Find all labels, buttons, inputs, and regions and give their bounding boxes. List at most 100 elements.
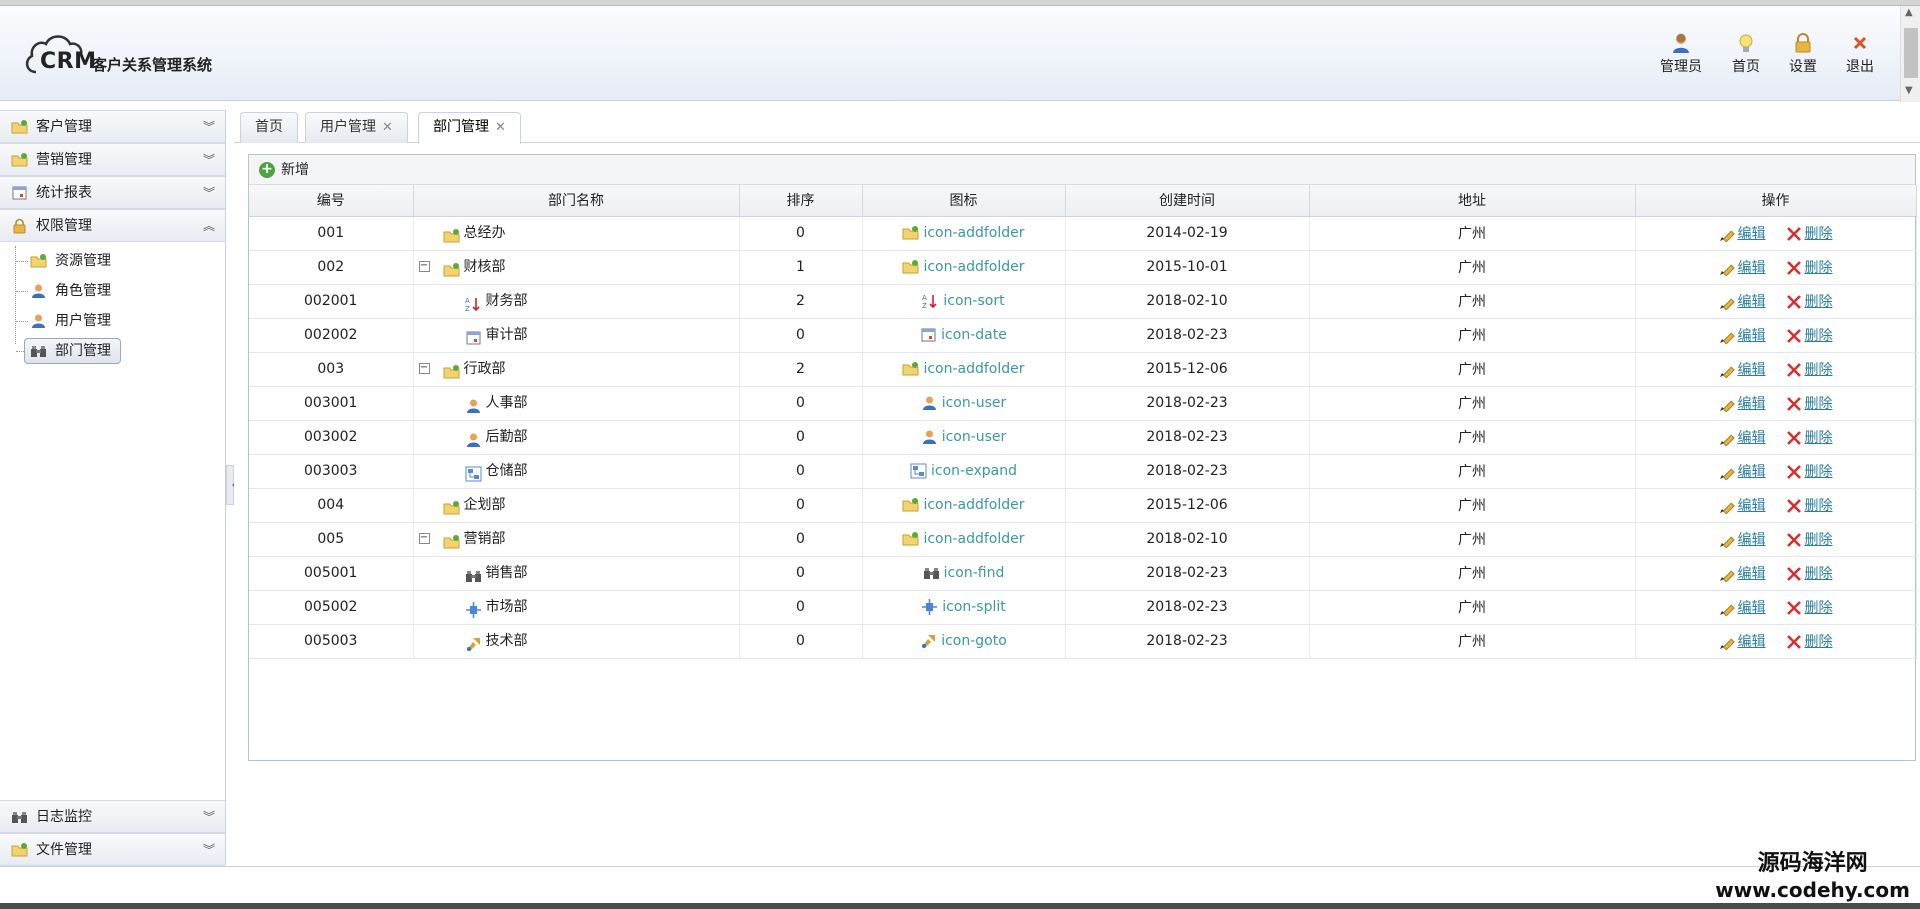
tree-toggle-icon[interactable]: − xyxy=(418,532,430,544)
icon-class-name: icon-goto xyxy=(941,633,1007,649)
delete-link[interactable]: 删除 xyxy=(1805,260,1833,276)
cell-name: − 行政部 xyxy=(413,352,740,387)
admin-button[interactable]: 管理员 xyxy=(1651,32,1711,76)
edit-action: 编辑 xyxy=(1719,291,1766,311)
sidebar-section-files[interactable]: 文件管理 ︾ xyxy=(0,833,225,866)
table-row[interactable]: 004 企划部 0 icon-addfolder 2015-12-06 广州 编辑 删除 xyxy=(249,488,1917,523)
edit-link[interactable]: 编辑 xyxy=(1738,362,1766,378)
sidebar-item-resources[interactable]: 资源管理 xyxy=(0,246,225,276)
sidebar-section-marketing[interactable]: 营销管理 ︾ xyxy=(0,143,225,176)
delete-link[interactable]: 删除 xyxy=(1805,566,1833,582)
cell-created: 2018-02-23 xyxy=(1065,590,1310,625)
table-row[interactable]: 002− 财核部 1 icon-addfolder 2015-10-01 广州 编辑 删除 xyxy=(249,250,1917,285)
delete-link[interactable]: 删除 xyxy=(1805,464,1833,480)
sidebar-item-departments[interactable]: 部门管理 xyxy=(0,336,225,366)
edit-link[interactable]: 编辑 xyxy=(1738,294,1766,310)
tree-toggle-icon[interactable]: − xyxy=(418,260,430,272)
user-icon xyxy=(465,429,482,447)
table-row[interactable]: 003003 仓储部 0 icon-expand 2018-02-23 广州 编辑 删除 xyxy=(249,454,1917,489)
delete-link[interactable]: 删除 xyxy=(1805,396,1833,412)
edit-link[interactable]: 编辑 xyxy=(1738,566,1766,582)
table-row[interactable]: 005002 市场部 0 icon-split 2018-02-23 广州 编辑 删除 xyxy=(249,590,1917,625)
table-row[interactable]: 002002 审计部 0 icon-date 2018-02-23 广州 编辑 删除 xyxy=(249,318,1917,353)
column-header-icon[interactable]: 图标 xyxy=(862,185,1066,217)
home-button[interactable]: 首页 xyxy=(1716,32,1776,76)
sidebar-section-label: 权限管理 xyxy=(36,218,92,234)
column-header-address[interactable]: 地址 xyxy=(1309,185,1636,217)
tree-branch xyxy=(16,291,28,292)
table-row[interactable]: 005001 销售部 0 icon-find 2018-02-23 广州 编辑 删除 xyxy=(249,556,1917,591)
edit-link[interactable]: 编辑 xyxy=(1738,260,1766,276)
cell-sort: 2 xyxy=(739,284,863,319)
cell-address: 广州 xyxy=(1309,386,1636,421)
edit-link[interactable]: 编辑 xyxy=(1738,396,1766,412)
cell-name: 仓储部 xyxy=(413,454,740,489)
edit-link[interactable]: 编辑 xyxy=(1738,464,1766,480)
scroll-thumb[interactable] xyxy=(1904,28,1918,78)
edit-link[interactable]: 编辑 xyxy=(1738,498,1766,514)
tab-department-management[interactable]: 部门管理 ✕ xyxy=(418,112,521,144)
sidebar-section-permissions[interactable]: 权限管理 ︽ xyxy=(0,209,225,242)
delete-link[interactable]: 删除 xyxy=(1805,294,1833,310)
delete-link[interactable]: 删除 xyxy=(1805,532,1833,548)
permissions-tree: 资源管理 角色管理 用户管理 部门管理 xyxy=(0,242,225,364)
sidebar-section-logs[interactable]: 日志监控 ︾ xyxy=(0,800,225,833)
table-row[interactable]: 003001 人事部 0 icon-user 2018-02-23 广州 编辑 删除 xyxy=(249,386,1917,421)
sidebar-collapse-handle[interactable] xyxy=(226,465,236,505)
sidebar-section-reports[interactable]: 统计报表 ︾ xyxy=(0,176,225,209)
user-icon xyxy=(465,395,482,413)
delete-link[interactable]: 删除 xyxy=(1805,600,1833,616)
delete-icon xyxy=(1786,601,1801,615)
cell-address: 广州 xyxy=(1309,216,1636,251)
tab-user-management[interactable]: 用户管理 ✕ xyxy=(305,112,408,143)
add-button[interactable]: 新增 xyxy=(281,162,309,178)
department-name: 后勤部 xyxy=(485,428,528,445)
scroll-up-arrow-icon[interactable]: ▲ xyxy=(1905,8,1913,18)
page-scrollbar[interactable]: ▲ ▼ xyxy=(1900,6,1920,102)
delete-link[interactable]: 删除 xyxy=(1805,362,1833,378)
home-label: 首页 xyxy=(1732,59,1760,75)
table-row[interactable]: 002001 A Z 财务部 2 A Zicon-sort 2018-02-10 广州 编辑 删除 xyxy=(249,284,1917,319)
chevron-double-down-icon: ︾ xyxy=(202,120,215,134)
sidebar-section-customer[interactable]: 客户管理 ︾ xyxy=(0,110,225,143)
tree-toggle-icon[interactable]: − xyxy=(418,362,430,374)
delete-link[interactable]: 删除 xyxy=(1805,430,1833,446)
delete-link[interactable]: 删除 xyxy=(1805,328,1833,344)
tab-home[interactable]: 首页 xyxy=(240,112,298,143)
tree-branch xyxy=(16,321,28,322)
addfolder-icon xyxy=(902,497,919,513)
edit-link[interactable]: 编辑 xyxy=(1738,226,1766,242)
table-row[interactable]: 003002 后勤部 0 icon-user 2018-02-23 广州 编辑 删除 xyxy=(249,420,1917,455)
column-header-id[interactable]: 编号 xyxy=(249,185,414,217)
column-header-name[interactable]: 部门名称 xyxy=(413,185,740,217)
column-header-sort[interactable]: 排序 xyxy=(739,185,863,217)
expand-icon xyxy=(910,463,927,479)
table-row[interactable]: 005003 技术部 0 icon-goto 2018-02-23 广州 编辑 删除 xyxy=(249,624,1917,659)
edit-link[interactable]: 编辑 xyxy=(1738,328,1766,344)
edit-link[interactable]: 编辑 xyxy=(1738,430,1766,446)
sidebar-item-roles[interactable]: 角色管理 xyxy=(0,276,225,306)
folder-icon xyxy=(30,254,47,268)
edit-link[interactable]: 编辑 xyxy=(1738,634,1766,650)
tab-close-icon[interactable]: ✕ xyxy=(382,120,393,135)
column-header-created[interactable]: 创建时间 xyxy=(1065,185,1310,217)
logout-button[interactable]: 退出 xyxy=(1830,32,1890,76)
tab-close-icon[interactable]: ✕ xyxy=(495,120,506,135)
sidebar-item-users[interactable]: 用户管理 xyxy=(0,306,225,336)
delete-link[interactable]: 删除 xyxy=(1805,226,1833,242)
delete-link[interactable]: 删除 xyxy=(1805,498,1833,514)
svg-text:A: A xyxy=(465,297,470,305)
settings-button[interactable]: 设置 xyxy=(1773,32,1833,76)
scroll-down-arrow-icon[interactable]: ▼ xyxy=(1905,86,1913,96)
cell-name: 后勤部 xyxy=(413,420,740,455)
cell-actions: 编辑 删除 xyxy=(1635,250,1917,285)
delete-action: 删除 xyxy=(1786,291,1833,311)
edit-link[interactable]: 编辑 xyxy=(1738,600,1766,616)
cell-created: 2015-12-06 xyxy=(1065,488,1310,523)
table-row[interactable]: 003− 行政部 2 icon-addfolder 2015-12-06 广州 编辑 删除 xyxy=(249,352,1917,387)
cell-id: 003 xyxy=(249,352,414,387)
edit-link[interactable]: 编辑 xyxy=(1738,532,1766,548)
delete-link[interactable]: 删除 xyxy=(1805,634,1833,650)
table-row[interactable]: 005− 营销部 0 icon-addfolder 2018-02-10 广州 编辑 删除 xyxy=(249,522,1917,557)
table-row[interactable]: 001 总经办 0 icon-addfolder 2014-02-19 广州 编辑 删除 xyxy=(249,216,1917,251)
